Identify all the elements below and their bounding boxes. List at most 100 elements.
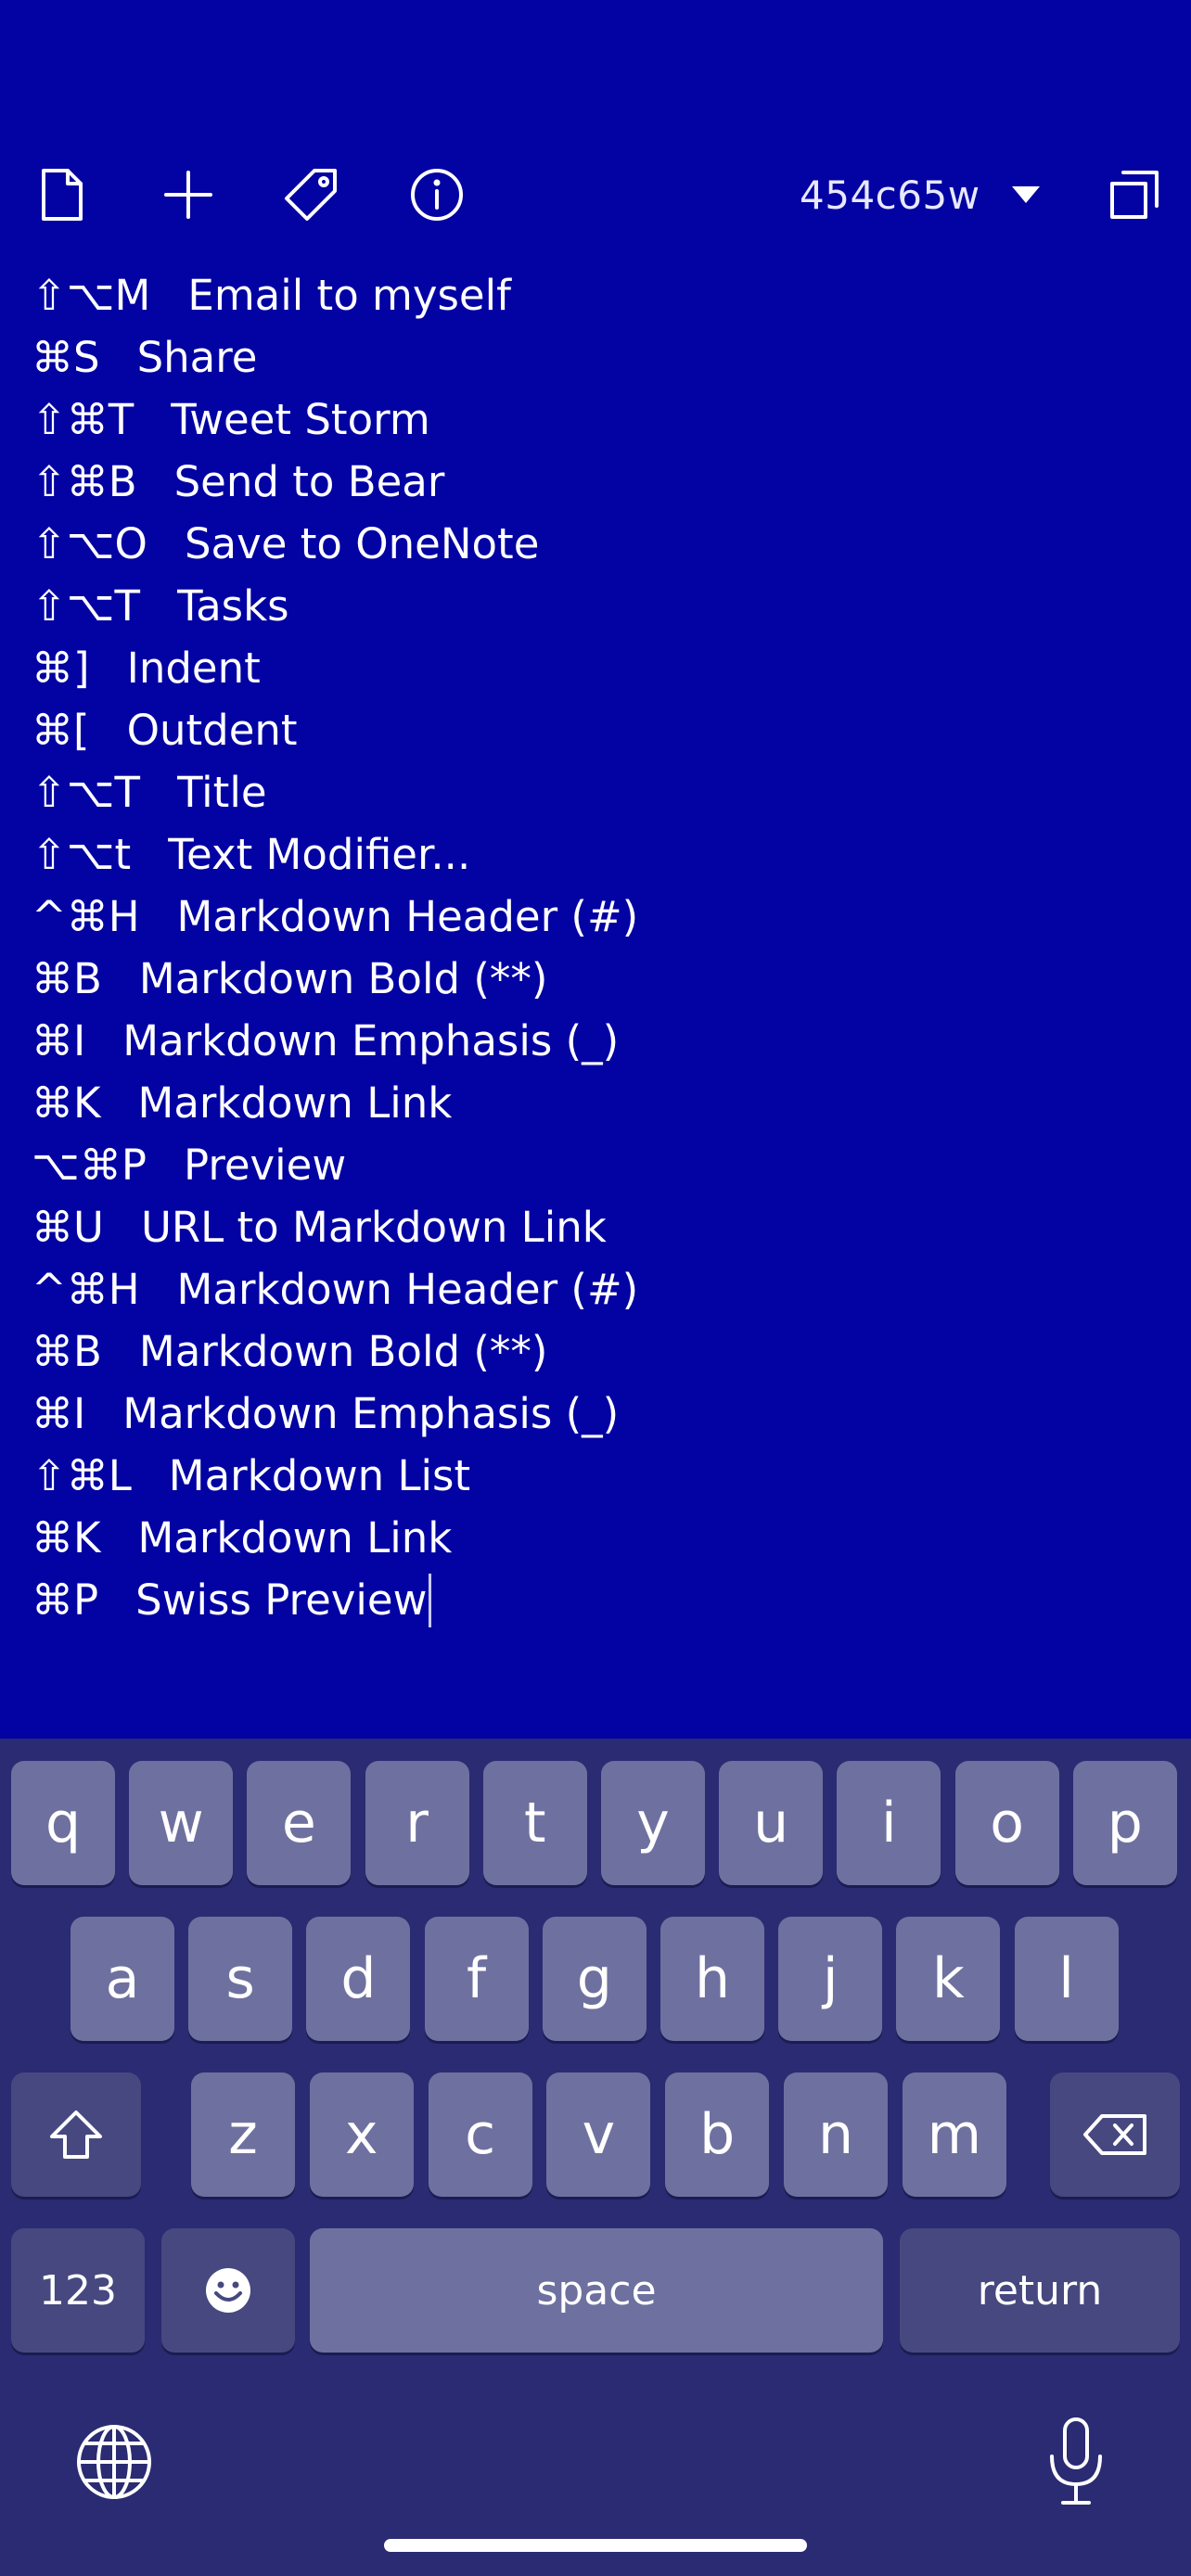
numbers-key-label: 123 xyxy=(39,2266,117,2315)
key-u[interactable]: u xyxy=(719,1761,824,1885)
shortcut-label: Markdown Header (#) xyxy=(176,1265,639,1314)
document-icon[interactable] xyxy=(30,158,95,232)
shortcut-keys: ⌘B xyxy=(32,954,102,1003)
home-indicator[interactable] xyxy=(384,2539,807,2552)
key-q[interactable]: q xyxy=(11,1761,115,1885)
editor-line[interactable]: ⇧⌥t Text Modifier... xyxy=(32,823,1163,886)
key-label: w xyxy=(158,1791,204,1855)
key-g[interactable]: g xyxy=(542,1917,647,2041)
shortcut-keys: ⇧⌥t xyxy=(32,830,132,879)
key-label: l xyxy=(1058,1946,1074,2011)
shortcut-keys: ⌘I xyxy=(32,1389,86,1438)
key-e[interactable]: e xyxy=(247,1761,352,1885)
editor-line[interactable]: ⌘I Markdown Emphasis (_) xyxy=(32,1383,1163,1445)
emoji-key[interactable] xyxy=(161,2228,295,2353)
editor-line[interactable]: ⇧⌥O Save to OneNote xyxy=(32,513,1163,575)
editor-line[interactable]: ⇧⌘B Send to Bear xyxy=(32,451,1163,513)
key-t[interactable]: t xyxy=(482,1761,587,1885)
note-name: 454c65w xyxy=(800,172,980,218)
key-label: s xyxy=(225,1946,255,2011)
shortcut-keys: ⌘U xyxy=(32,1203,104,1252)
emoji-icon xyxy=(206,2268,250,2313)
shortcut-label: Send to Bear xyxy=(173,457,445,506)
editor-line[interactable]: ⇧⌥T Tasks xyxy=(32,575,1163,637)
editor-line[interactable]: ⌘B Markdown Bold (**) xyxy=(32,1320,1163,1383)
shortcut-keys: ⇧⌘L xyxy=(32,1451,132,1500)
key-r[interactable]: r xyxy=(365,1761,469,1885)
shortcut-keys: ^⌘H xyxy=(32,892,140,941)
key-label: k xyxy=(932,1946,965,2011)
editor-line[interactable]: ⌥⌘P Preview xyxy=(32,1134,1163,1196)
globe-button[interactable] xyxy=(72,2420,156,2504)
key-z[interactable]: z xyxy=(191,2072,295,2197)
editor-line[interactable]: ⌘] Indent xyxy=(32,637,1163,699)
key-l[interactable]: l xyxy=(1014,1917,1119,2041)
key-m[interactable]: m xyxy=(902,2072,1006,2197)
space-key[interactable]: space xyxy=(310,2228,883,2353)
key-label: a xyxy=(105,1946,140,2011)
editor-line[interactable]: ⌘U URL to Markdown Link xyxy=(32,1196,1163,1258)
plus-icon[interactable] xyxy=(156,158,221,232)
editor-line[interactable]: ^⌘H Markdown Header (#) xyxy=(32,1258,1163,1320)
key-v[interactable]: v xyxy=(546,2072,651,2197)
key-label: m xyxy=(927,2102,982,2167)
shortcut-keys: ⌘K xyxy=(32,1513,101,1562)
key-label: t xyxy=(524,1791,546,1855)
numbers-key[interactable]: 123 xyxy=(11,2228,145,2353)
shift-key[interactable] xyxy=(11,2072,141,2197)
shortcut-label: Markdown Bold (**) xyxy=(138,954,548,1003)
return-key[interactable]: return xyxy=(900,2228,1180,2353)
editor-line[interactable]: ⌘S Share xyxy=(32,326,1163,389)
key-i[interactable]: i xyxy=(837,1761,941,1885)
editor-line[interactable]: ⇧⌥M Email to myself xyxy=(32,264,1163,326)
editor-line[interactable]: ⌘I Markdown Emphasis (_) xyxy=(32,1010,1163,1072)
microphone-button[interactable] xyxy=(1037,2414,1115,2510)
editor-line[interactable]: ^⌘H Markdown Header (#) xyxy=(32,886,1163,948)
editor-line[interactable]: ⇧⌘L Markdown List xyxy=(32,1445,1163,1507)
editor-line[interactable]: ⌘[Outdent xyxy=(32,699,1163,761)
key-label: z xyxy=(228,2102,258,2167)
shortcut-keys: ⌘K xyxy=(32,1078,101,1128)
key-label: q xyxy=(45,1791,82,1855)
key-label: u xyxy=(753,1791,789,1855)
note-selector[interactable]: 454c65w xyxy=(800,158,1040,232)
shortcut-label: Email to myself xyxy=(187,271,511,320)
shortcut-label: Markdown Link xyxy=(137,1078,453,1128)
key-d[interactable]: d xyxy=(306,1917,411,2041)
key-o[interactable]: o xyxy=(954,1761,1059,1885)
editor-line[interactable]: ⌘P Swiss Preview xyxy=(32,1569,1163,1631)
key-k[interactable]: k xyxy=(896,1917,1001,2041)
shortcut-keys: ⌘] xyxy=(32,644,90,693)
key-b[interactable]: b xyxy=(665,2072,770,2197)
key-label: g xyxy=(576,1946,612,2011)
editor-line[interactable]: ⇧⌘T Tweet Storm xyxy=(32,389,1163,451)
expand-icon[interactable] xyxy=(1102,158,1167,232)
text-editor[interactable]: ⇧⌥M Email to myself ⌘S Share ⇧⌘T Tweet Storm ⇧… xyxy=(32,264,1163,1655)
shortcut-label: Markdown Link xyxy=(137,1513,453,1562)
key-y[interactable]: y xyxy=(601,1761,705,1885)
microphone-icon xyxy=(1050,2417,1102,2505)
tag-icon[interactable] xyxy=(278,158,343,232)
key-w[interactable]: w xyxy=(129,1761,234,1885)
info-icon[interactable] xyxy=(404,158,469,232)
editor-line[interactable]: ⌘K Markdown Link xyxy=(32,1072,1163,1134)
shortcut-label: Markdown Bold (**) xyxy=(138,1327,548,1376)
key-label: b xyxy=(699,2102,736,2167)
shortcut-label: Markdown Emphasis (_) xyxy=(122,1389,620,1438)
key-s[interactable]: s xyxy=(188,1917,293,2041)
key-h[interactable]: h xyxy=(660,1917,764,2041)
editor-line[interactable]: ⌘B Markdown Bold (**) xyxy=(32,948,1163,1010)
key-label: j xyxy=(822,1946,839,2011)
key-c[interactable]: c xyxy=(428,2072,532,2197)
key-j[interactable]: j xyxy=(778,1917,883,2041)
key-p[interactable]: p xyxy=(1072,1761,1177,1885)
delete-key[interactable] xyxy=(1050,2072,1180,2197)
editor-line[interactable]: ⌘K Markdown Link xyxy=(32,1507,1163,1569)
key-f[interactable]: f xyxy=(424,1917,529,2041)
editor-line[interactable]: ⇧⌥T Title xyxy=(32,761,1163,823)
key-x[interactable]: x xyxy=(309,2072,414,2197)
key-a[interactable]: a xyxy=(70,1917,174,2041)
key-n[interactable]: n xyxy=(784,2072,888,2197)
shortcut-label: Indent xyxy=(126,644,261,693)
text-cursor xyxy=(429,1573,432,1627)
